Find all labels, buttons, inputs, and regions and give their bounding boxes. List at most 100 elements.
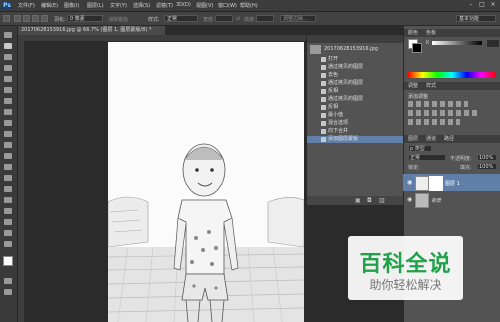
pen-tool-icon[interactable] [4,186,12,192]
history-item[interactable]: 通过拷贝的图层 [307,64,403,71]
minimize-icon[interactable]: – [466,1,476,9]
style-select[interactable]: 正常 [164,15,198,22]
history-item[interactable]: 最小值 [307,112,403,119]
k-slider[interactable] [432,41,482,45]
history-item[interactable]: 反相 [307,104,403,111]
visibility-eye-icon[interactable]: ◉ [407,179,412,186]
k-value-input[interactable] [486,39,500,48]
dodge-tool-icon[interactable] [4,175,12,181]
menu-select[interactable]: 选择(S) [133,2,150,9]
history-item[interactable]: 向下合并 [307,128,403,135]
adjust-icons-row3[interactable] [408,119,460,125]
adjust-title: 添加调整 [408,94,429,100]
eyedropper-tool-icon[interactable] [4,87,12,93]
adjust-icons-row1[interactable] [408,101,468,107]
new-selection-icon[interactable] [14,15,21,22]
history-item-label: 最小值 [328,112,344,118]
quick-mask-icon[interactable] [4,278,12,284]
blur-tool-icon[interactable] [4,164,12,170]
history-item[interactable]: 反相 [307,88,403,95]
history-item-label: 向下合并 [328,128,349,134]
history-panel-header[interactable] [307,35,403,43]
layer-name[interactable]: 背景 [431,197,441,204]
crop-tool-icon[interactable] [4,76,12,82]
menu-type[interactable]: 文字(Y) [110,2,127,9]
marquee-tool-icon[interactable] [3,15,10,22]
intersect-selection-icon[interactable] [41,15,48,22]
healing-brush-icon[interactable] [4,98,12,104]
close-icon[interactable]: × [488,1,498,9]
path-select-icon[interactable] [4,208,12,214]
refine-edge-button[interactable]: 调整边缘... [280,15,316,22]
width-label: 宽度: [203,17,215,23]
history-item[interactable]: 混合选项 [307,120,403,127]
blend-mode-select[interactable]: 正常 [408,154,446,161]
menu-image[interactable]: 图像(I) [64,2,79,9]
menu-layer[interactable]: 图层(L) [87,2,104,9]
tab-swatches[interactable]: 色板 [426,29,436,37]
eraser-tool-icon[interactable] [4,142,12,148]
camera-icon[interactable]: ◘ [367,197,372,204]
zoom-tool-icon[interactable] [4,241,12,247]
fill-input[interactable]: 100% [477,163,497,170]
width-input[interactable] [215,15,233,22]
lasso-tool-icon[interactable] [4,54,12,60]
menu-help[interactable]: 帮助(H) [240,2,258,9]
clone-stamp-icon[interactable] [4,120,12,126]
tab-layers[interactable]: 图层 [408,135,418,143]
history-item[interactable]: 通过拷贝的图层 [307,96,403,103]
tab-color[interactable]: 颜色 [408,29,418,37]
menu-edit[interactable]: 编辑(E) [41,2,58,9]
layer-mask-thumbnail[interactable] [429,176,443,191]
marquee-tool-icon[interactable] [4,43,12,49]
foreground-color-swatch[interactable] [3,256,13,266]
tab-channels[interactable]: 通道 [426,135,436,143]
add-selection-icon[interactable] [23,15,30,22]
brush-tool-icon[interactable] [4,109,12,115]
type-tool-icon[interactable] [4,197,12,203]
subtract-selection-icon[interactable] [32,15,39,22]
snapshot-name[interactable]: 20170628153916.jpg [324,46,378,52]
history-item[interactable]: 通过拷贝的图层 [307,80,403,87]
tab-styles[interactable]: 样式 [426,82,436,90]
history-item[interactable]: 添加图层蒙版 [307,136,403,143]
color-bg-swatch[interactable] [412,43,422,53]
history-item[interactable]: 打开 [307,56,403,63]
new-document-icon[interactable]: ▣ [355,197,361,204]
quick-select-tool-icon[interactable] [4,65,12,71]
screen-mode-icon[interactable] [4,289,12,295]
adjust-icons-row2[interactable] [408,110,478,116]
menu-file[interactable]: 文件(F) [18,2,35,9]
tab-adjust[interactable]: 调整 [408,82,418,90]
history-panel: 20170628153916.jpg ▣ ◘ ▥ 打开 通过拷贝的图层 去色 通过拷贝… [306,34,404,206]
layer-kind-filter[interactable]: p 类型 [408,145,432,152]
swap-icon[interactable]: ⇄ [236,16,240,22]
history-step-icon [321,129,326,134]
antialias-checkbox[interactable]: 消除锯齿 [108,16,128,23]
feather-label: 羽化: [54,17,66,23]
history-brush-icon[interactable] [4,131,12,137]
document-tab[interactable]: 20170628153916.jpg @ 66.7% (图层 1, 图层蒙版/8… [18,26,165,35]
fill-label: 填充: [460,165,472,171]
maximize-icon[interactable]: □ [477,1,487,9]
tab-paths[interactable]: 路径 [444,135,454,143]
layer-row[interactable]: ◉ 图层 1 [403,174,500,191]
workspace-select[interactable]: 基本功能 [456,15,496,22]
opacity-input[interactable]: 100% [477,154,497,161]
menu-3d[interactable]: 3D(D) [176,2,191,8]
menu-filter[interactable]: 滤镜(T) [156,2,173,9]
layer-name[interactable]: 图层 1 [445,180,460,187]
menu-view[interactable]: 视图(V) [196,2,213,9]
visibility-eye-icon[interactable]: ◉ [407,196,412,203]
layer-row[interactable]: ◉ 背景 [403,191,500,208]
feather-input[interactable]: 0 像素 [67,15,103,22]
hand-tool-icon[interactable] [4,230,12,236]
gradient-tool-icon[interactable] [4,153,12,159]
history-item[interactable]: 去色 [307,72,403,79]
color-spectrum[interactable] [408,72,496,78]
height-input[interactable] [256,15,274,22]
trash-icon[interactable]: ▥ [379,197,385,204]
move-tool-icon[interactable] [4,32,12,38]
menu-window[interactable]: 窗口(W) [218,2,237,9]
shape-tool-icon[interactable] [4,219,12,225]
